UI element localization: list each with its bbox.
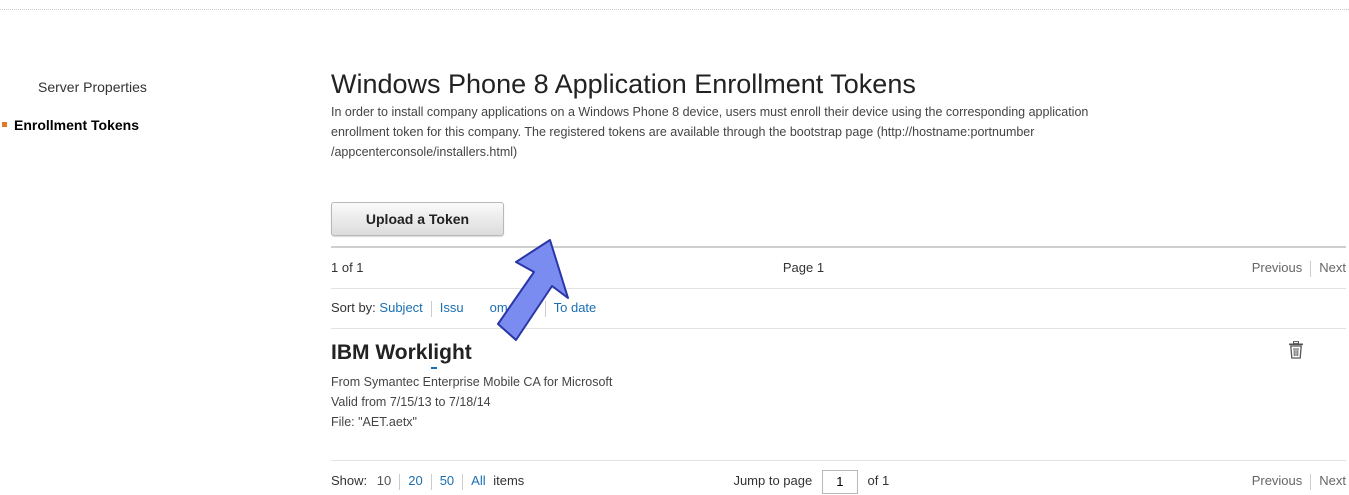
sidebar-item-label: Server Properties (38, 79, 147, 95)
page-title: Windows Phone 8 Application Enrollment T… (331, 69, 916, 99)
token-validity: Valid from 7/15/13 to 7/18/14 (331, 395, 491, 409)
token-title-text: IBM Worklight (331, 341, 472, 364)
previous-link[interactable]: Previous (1252, 473, 1303, 488)
upload-token-button[interactable]: Upload a Token (331, 202, 504, 236)
pager-nav: Previous Next (1252, 248, 1346, 288)
jump-label: Jump to page (733, 473, 813, 488)
page-description: In order to install company applications… (331, 102, 1331, 162)
description-line: /appcenterconsole/installers.html) (331, 145, 518, 159)
pager-nav: Previous Next (1252, 461, 1346, 495)
token-list-item: IBM Worklight From Symantec Enterprise M… (331, 339, 1346, 459)
token-issuer: From Symantec Enterprise Mobile CA for M… (331, 375, 613, 389)
total-pages: of 1 (867, 473, 890, 488)
jump-group: Jump to page of 1 (331, 461, 1276, 495)
sidebar-item-enrollment-tokens[interactable]: Enrollment Tokens (0, 114, 300, 136)
sort-label: Sort by: (331, 300, 376, 315)
sort-from-date-link[interactable]: om date (490, 300, 537, 315)
text-cursor-marker (431, 367, 437, 369)
sort-issuer-link[interactable]: Issu (440, 300, 464, 315)
sidebar-item-server-properties[interactable]: Server Properties (0, 76, 300, 98)
active-bullet-icon (2, 122, 7, 127)
top-divider (0, 9, 1349, 10)
next-link[interactable]: Next (1319, 260, 1346, 275)
page-indicator: Page 1 (782, 260, 825, 275)
app-center-page: Server Properties Enrollment Tokens Wind… (0, 0, 1349, 495)
main-content: Windows Phone 8 Application Enrollment T… (331, 68, 1346, 494)
sort-to-date-link[interactable]: To date (554, 300, 597, 315)
description-line: In order to install company applications… (331, 105, 1089, 119)
sidebar-item-label: Enrollment Tokens (14, 117, 139, 133)
pager-top: 1 of 1 Page 1 Previous Next (331, 246, 1346, 289)
previous-link[interactable]: Previous (1252, 260, 1303, 275)
sort-subject-link[interactable]: Subject (379, 300, 422, 315)
separator (430, 300, 432, 317)
jump-page-input[interactable] (821, 469, 858, 494)
description-line: enrollment token for this company. The r… (331, 125, 1035, 139)
token-title: IBM Worklight (331, 339, 472, 369)
next-link[interactable]: Next (1319, 473, 1346, 488)
sort-group: Sort by: Subject Issu om date To date (331, 288, 596, 328)
sort-bar: Sort by: Subject Issu om date To date (331, 288, 1346, 329)
token-file: File: "AET.aetx" (331, 415, 417, 429)
pager-bottom: Show: 102050All items Jump to page of 1 … (331, 460, 1346, 495)
token-details: From Symantec Enterprise Mobile CA for M… (331, 372, 1346, 432)
separator (1310, 473, 1312, 490)
separator (1310, 260, 1312, 277)
sidebar: Server Properties Enrollment Tokens (0, 76, 300, 152)
trash-icon[interactable] (1288, 341, 1304, 359)
separator (544, 300, 546, 317)
